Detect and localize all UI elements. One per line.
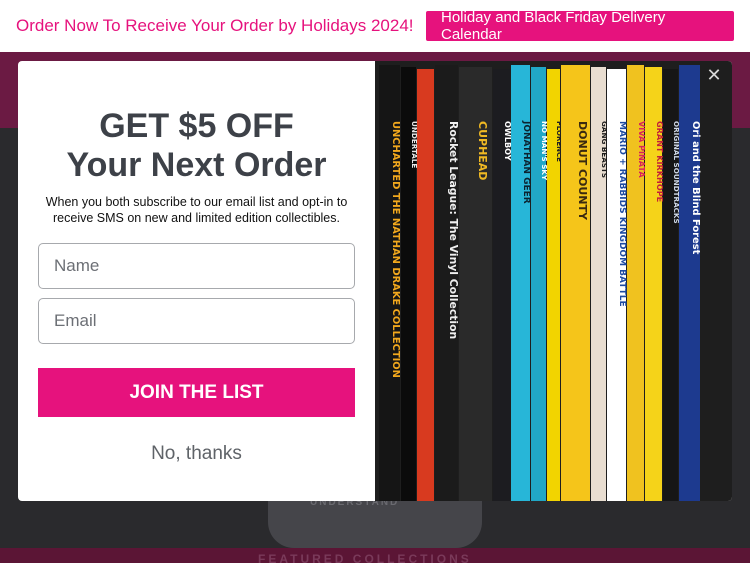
signup-description: When you both subscribe to our email lis… bbox=[45, 195, 348, 225]
record-spine: UNCHARTED THE NATHAN DRAKE COLLECTION bbox=[379, 65, 401, 501]
headline-next-order: Your Next Order bbox=[66, 146, 327, 184]
record-spine-title: JONATHAN GEER bbox=[521, 120, 531, 204]
record-spine-title: MARIO + RABBIDS KINGDOM BATTLE bbox=[617, 121, 627, 307]
email-input[interactable] bbox=[38, 298, 355, 344]
record-spine: Ori and the Blind Forest bbox=[679, 65, 701, 501]
record-spine-title: Ori and the Blind Forest bbox=[690, 121, 701, 255]
record-spine: GRANT KIRKHOPE bbox=[645, 67, 665, 501]
record-spines-illustration: UNCHARTED THE NATHAN DRAKE COLLECTION UND… bbox=[379, 65, 701, 501]
close-icon[interactable]: ✕ bbox=[704, 65, 724, 85]
vinyl-records-image: UNCHARTED THE NATHAN DRAKE COLLECTION UND… bbox=[375, 61, 732, 501]
record-spine: CUPHEAD bbox=[459, 67, 492, 501]
promo-text: Order Now To Receive Your Order by Holid… bbox=[16, 16, 414, 35]
delivery-calendar-button[interactable]: Holiday and Black Friday Delivery Calend… bbox=[426, 9, 734, 43]
record-spine-title: Rocket League: The Vinyl Collection bbox=[447, 121, 460, 339]
featured-collections-heading: FEATURED COLLECTIONS bbox=[258, 552, 472, 563]
record-spine: UNDERTALE bbox=[401, 67, 419, 501]
record-spine: GANG BEASTS bbox=[591, 67, 609, 501]
record-spine: NO MAN'S SKY bbox=[531, 67, 549, 501]
record-spine: Rocket League: The Vinyl Collection bbox=[435, 65, 460, 501]
announcement-bar: Order Now To Receive Your Order by Holid… bbox=[0, 0, 750, 52]
record-spine: FLORENCE bbox=[547, 69, 563, 501]
signup-modal: GET $5 OFF Your Next Order When you both… bbox=[18, 61, 732, 501]
headline-offer: GET $5 OFF bbox=[99, 107, 294, 145]
record-spine-title: CUPHEAD bbox=[476, 121, 489, 180]
record-spine-title: UNCHARTED THE NATHAN DRAKE COLLECTION bbox=[390, 121, 401, 378]
record-spine: VIVA PINATA bbox=[627, 65, 647, 501]
record-spine: DONUT COUNTY bbox=[561, 65, 590, 501]
record-spine-title: DONUT COUNTY bbox=[576, 121, 589, 221]
record-spine: JONATHAN GEER bbox=[511, 65, 531, 501]
record-spine: ORIGINAL SOUNDTRACKS bbox=[663, 69, 681, 501]
no-thanks-link[interactable]: No, thanks bbox=[18, 443, 375, 465]
record-spine bbox=[417, 69, 434, 501]
join-list-button[interactable]: JOIN THE LIST bbox=[38, 368, 355, 417]
record-spine: OWLBOY bbox=[493, 69, 513, 501]
name-input[interactable] bbox=[38, 243, 355, 289]
record-spine: MARIO + RABBIDS KINGDOM BATTLE bbox=[607, 69, 627, 501]
signup-form-panel: GET $5 OFF Your Next Order When you both… bbox=[18, 61, 375, 501]
